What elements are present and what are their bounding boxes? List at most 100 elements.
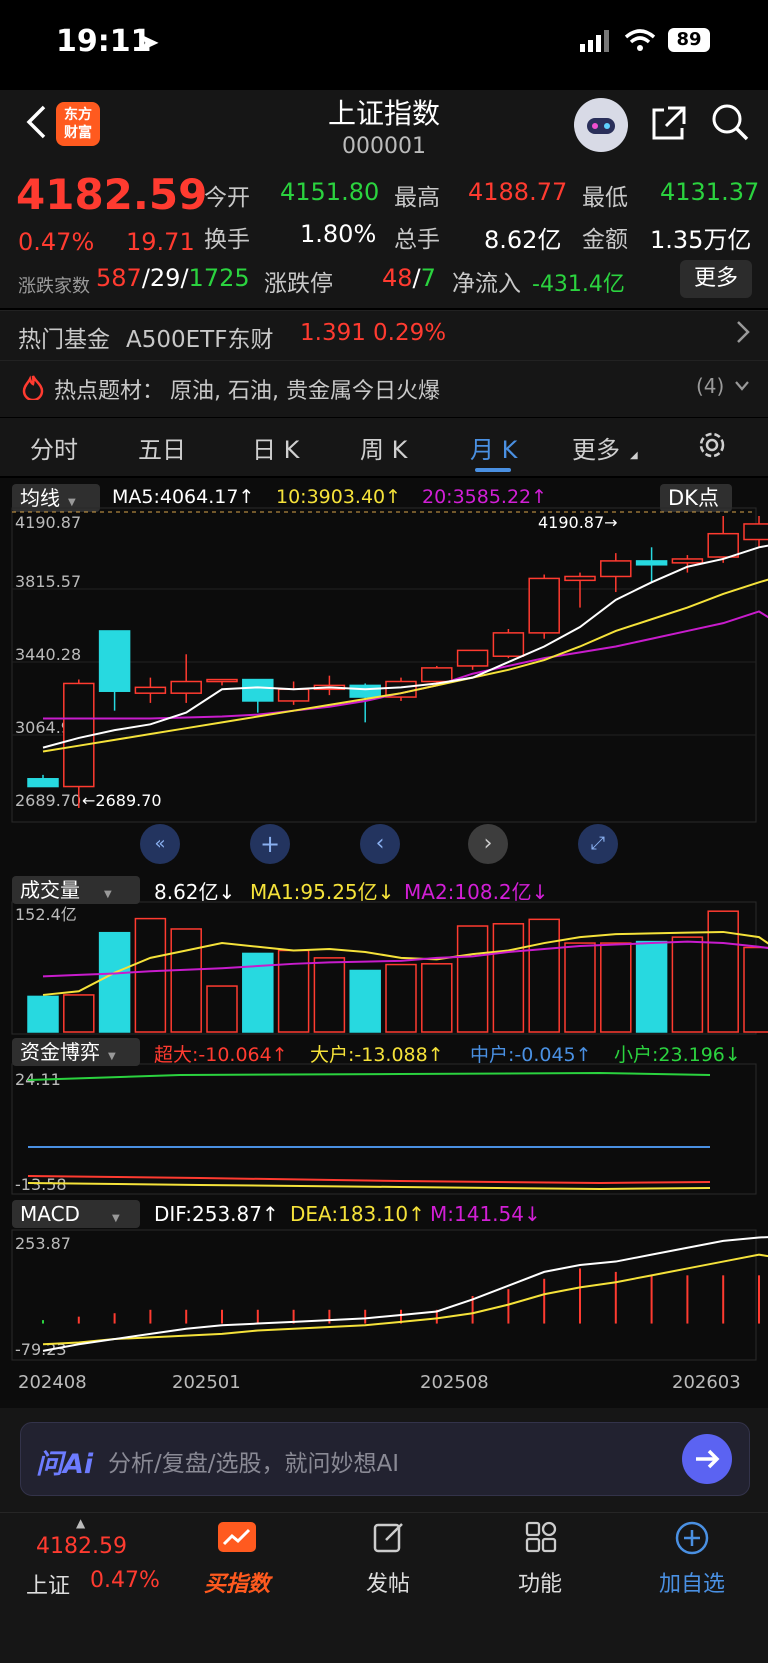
candle-body bbox=[492, 632, 525, 657]
functions-icon[interactable] bbox=[524, 1520, 558, 1558]
turnover-label: 换手 bbox=[204, 227, 250, 253]
price-axis-label: 3815.57 bbox=[15, 572, 81, 591]
bottom-index-pct[interactable]: 0.47% bbox=[90, 1568, 160, 1593]
chevron-right-icon bbox=[736, 320, 750, 348]
volume-bar bbox=[313, 957, 346, 1033]
candle-body bbox=[635, 560, 668, 566]
change-pct: 0.47% bbox=[18, 228, 95, 256]
volume-ma1: MA1:95.25亿↓ bbox=[250, 880, 395, 904]
volume-bar bbox=[600, 942, 632, 1033]
add-watchlist-icon[interactable] bbox=[674, 1520, 710, 1560]
buy-index-icon[interactable] bbox=[218, 1522, 256, 1552]
netflow-value: -431.4亿 bbox=[532, 272, 625, 297]
candle-body bbox=[349, 684, 381, 698]
ai-send-button[interactable] bbox=[682, 1434, 732, 1484]
netflow-label: 净流入 bbox=[452, 271, 521, 297]
fund-large: 大户:-13.088↑ bbox=[310, 1044, 444, 1066]
tab-daily-k[interactable]: 日 K bbox=[252, 430, 299, 465]
high-label: 最高 bbox=[394, 185, 440, 211]
candle-body bbox=[456, 649, 489, 667]
tab-monthly-k[interactable]: 月 K bbox=[470, 430, 517, 465]
volume-value: 8.62亿 bbox=[484, 226, 562, 254]
zoom-in-button[interactable]: + bbox=[250, 824, 290, 864]
volume-bar bbox=[528, 918, 560, 1033]
nav-functions[interactable]: 功能 bbox=[480, 1566, 600, 1598]
volume-value: 8.62亿↓ bbox=[154, 880, 236, 904]
post-icon[interactable] bbox=[372, 1520, 406, 1558]
candle-body bbox=[170, 680, 202, 694]
macd-panel-frame bbox=[11, 1229, 757, 1361]
ai-placeholder[interactable]: 分析/复盘/选股，就问妙想AI bbox=[108, 1444, 399, 1478]
date-axis-label: 202603 bbox=[672, 1372, 741, 1393]
volume-bar bbox=[27, 995, 59, 1033]
macd-dif: DIF:253.87↑ bbox=[154, 1202, 279, 1226]
tab-5day[interactable]: 五日 bbox=[138, 430, 186, 465]
hot-topic-count: (4) bbox=[696, 374, 725, 398]
low-label: 最低 bbox=[582, 185, 628, 211]
scroll-left-fast-button[interactable]: « bbox=[140, 824, 180, 864]
limit-up: 48 bbox=[382, 264, 413, 292]
hot-fund-pct: 0.29% bbox=[373, 320, 447, 346]
nav-add-watchlist[interactable]: 加自选 bbox=[632, 1566, 752, 1598]
bottom-index-price[interactable]: 4182.59 bbox=[36, 1534, 127, 1559]
bottom-index-name[interactable]: 上证 bbox=[26, 1568, 70, 1600]
volume-bar bbox=[564, 942, 596, 1033]
active-tab-indicator bbox=[475, 468, 511, 472]
volume-bar bbox=[635, 940, 668, 1033]
volume-bar bbox=[206, 985, 238, 1033]
volume-bar bbox=[349, 969, 381, 1033]
amount-value: 1.35万亿 bbox=[650, 226, 752, 254]
search-icon[interactable] bbox=[710, 102, 750, 146]
hot-fund-label: 热门基金 bbox=[18, 327, 110, 353]
fullscreen-button[interactable]: ⤢ bbox=[578, 824, 618, 864]
signal-icon bbox=[580, 30, 610, 56]
assistant-robot-icon[interactable] bbox=[574, 98, 628, 152]
candle-body bbox=[134, 686, 167, 694]
tab-intraday[interactable]: 分时 bbox=[30, 430, 78, 465]
scroll-left-button[interactable]: ‹ bbox=[360, 824, 400, 864]
volume-bar bbox=[134, 917, 167, 1033]
ai-logo: 问Ai bbox=[36, 1449, 94, 1480]
share-icon[interactable] bbox=[650, 104, 688, 146]
candle-body bbox=[421, 667, 453, 683]
candle-body bbox=[98, 630, 131, 692]
volume-selector[interactable]: 成交量 ▼ bbox=[12, 876, 140, 904]
change-value: 19.71 bbox=[126, 228, 195, 256]
hot-fund-name: A500ETF东财 bbox=[126, 327, 274, 353]
candle-body bbox=[600, 560, 632, 578]
volume-bar bbox=[671, 936, 704, 1033]
breadth-down: 1725 bbox=[188, 264, 250, 292]
scroll-right-button[interactable]: › bbox=[468, 824, 508, 864]
fund-flow-selector[interactable]: 资金博弈 ▼ bbox=[12, 1038, 140, 1066]
max-price-marker: 4190.87→ bbox=[538, 513, 618, 532]
settings-icon[interactable] bbox=[697, 430, 727, 464]
more-quote-button[interactable]: 更多 bbox=[680, 260, 752, 298]
amount-label: 金额 bbox=[582, 227, 628, 253]
date-axis-label: 202408 bbox=[18, 1372, 87, 1393]
hot-topic-label: 热点题材： bbox=[54, 379, 165, 404]
ma20-line bbox=[43, 610, 768, 720]
breadth-up: 587 bbox=[96, 264, 142, 292]
date-axis-label: 202508 bbox=[420, 1372, 489, 1393]
macd-selector[interactable]: MACD ▼ bbox=[12, 1200, 140, 1228]
nav-buy-index[interactable]: 买指数 bbox=[177, 1566, 297, 1598]
volume-bar bbox=[421, 963, 453, 1033]
candle-body bbox=[242, 678, 274, 702]
breadth-flat: 29 bbox=[149, 264, 181, 292]
breadth-label: 涨跌家数 bbox=[18, 276, 90, 297]
nav-post[interactable]: 发帖 bbox=[328, 1566, 448, 1598]
fund-small-line bbox=[27, 1071, 711, 1081]
macd-dea: DEA:183.10↑ bbox=[290, 1202, 425, 1226]
limit-values: 48/7 bbox=[382, 264, 436, 292]
volume-bar bbox=[63, 994, 95, 1033]
candle-body bbox=[743, 523, 768, 541]
index-caret-icon: ▲ bbox=[76, 1516, 86, 1530]
fund-super: 超大:-10.064↑ bbox=[154, 1044, 288, 1066]
tab-more[interactable]: 更多 bbox=[572, 430, 620, 465]
wifi-icon bbox=[624, 28, 656, 56]
tab-weekly-k[interactable]: 周 K bbox=[360, 430, 407, 465]
breadth-values: 587/29/1725 bbox=[96, 264, 250, 292]
open-label: 今开 bbox=[204, 185, 250, 211]
hot-fund-price: 1.391 bbox=[300, 320, 366, 346]
macd-m: M:141.54↓ bbox=[430, 1202, 541, 1226]
